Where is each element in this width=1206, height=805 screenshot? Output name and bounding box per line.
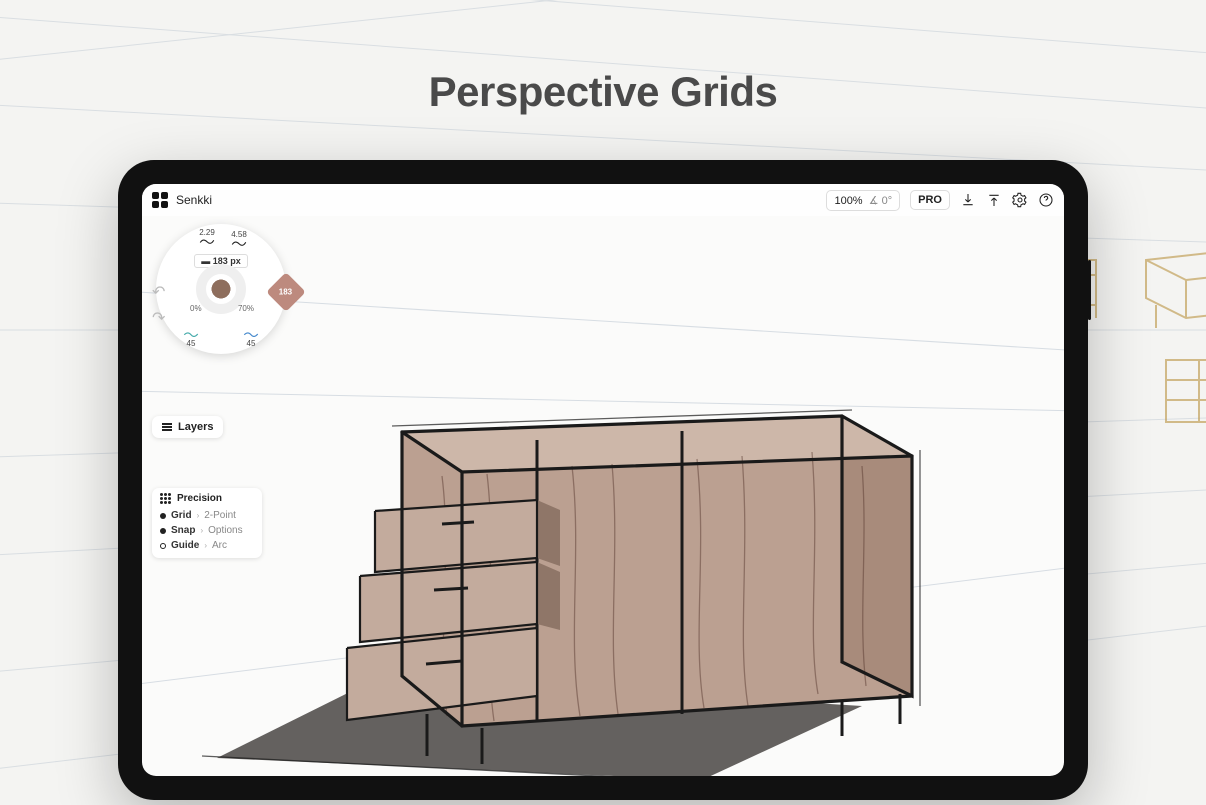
ring-icon [160, 543, 166, 549]
bullet-icon [160, 528, 166, 534]
precision-row-grid[interactable]: Grid› 2-Point [160, 508, 254, 523]
radial-top-left-value: 2.29 [198, 228, 216, 237]
hero-title: Perspective Grids [0, 68, 1206, 116]
radial-opacity-left: 0% [190, 304, 202, 313]
titlebar: Senkki 100% ∡ 0° PRO [142, 184, 1064, 216]
precision-row-guide[interactable]: Guide› Arc [160, 538, 254, 553]
redo-icon[interactable]: ↷ [152, 308, 165, 328]
precision-row-snap[interactable]: Snap› Options [160, 523, 254, 538]
precision-icon [160, 493, 171, 504]
pro-badge[interactable]: PRO [910, 190, 950, 210]
layers-icon [162, 423, 172, 431]
radial-top-right-value: 4.58 [230, 230, 248, 239]
download-icon[interactable] [960, 192, 976, 208]
radial-tool-menu[interactable]: ↶ ↷ 2.29 4.58 ▬ 183 px 0% 70% 45 [156, 224, 286, 354]
upload-icon[interactable] [986, 192, 1002, 208]
settings-icon[interactable] [1012, 192, 1028, 208]
radial-opacity-right: 70% [238, 304, 254, 313]
help-icon[interactable] [1038, 192, 1054, 208]
radial-bottom-left: 45 [182, 339, 200, 348]
radial-bottom-right: 45 [242, 339, 260, 348]
layers-button[interactable]: Layers [152, 416, 223, 438]
layers-label: Layers [178, 421, 213, 433]
app-screen: Senkki 100% ∡ 0° PRO [142, 184, 1064, 776]
document-name[interactable]: Senkki [176, 193, 212, 207]
undo-icon[interactable]: ↶ [152, 282, 165, 302]
bullet-icon [160, 513, 166, 519]
zoom-indicator[interactable]: 100% ∡ 0° [826, 190, 900, 211]
apps-grid-icon[interactable] [152, 192, 168, 208]
precision-panel: Precision Grid› 2-Point Snap› Options Gu… [152, 488, 262, 558]
precision-title: Precision [177, 493, 222, 504]
tablet-frame: Senkki 100% ∡ 0° PRO [118, 160, 1088, 800]
